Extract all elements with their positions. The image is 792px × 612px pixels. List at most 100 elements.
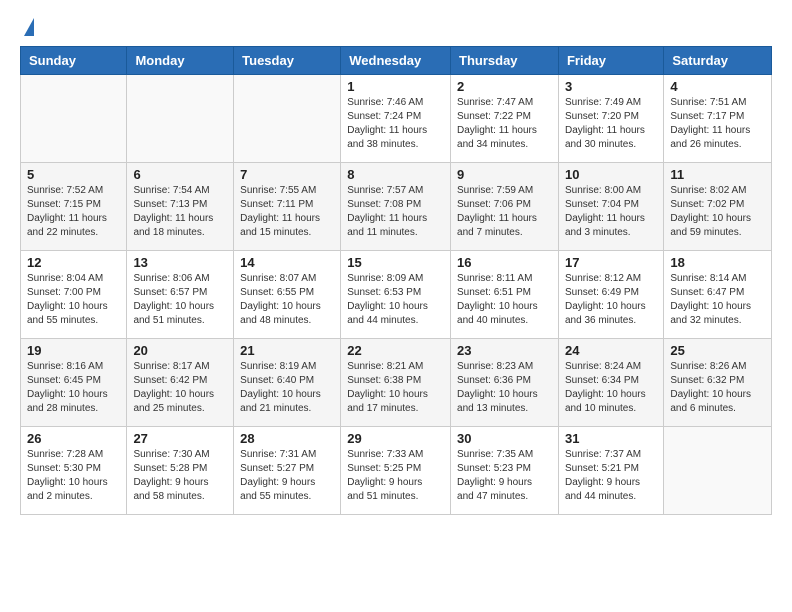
day-info: Sunrise: 7:57 AM Sunset: 7:08 PM Dayligh… xyxy=(347,184,444,240)
day-number: 25 xyxy=(670,343,765,358)
day-number: 13 xyxy=(133,255,227,270)
weekday-header-sunday: Sunday xyxy=(21,47,127,75)
day-info: Sunrise: 7:49 AM Sunset: 7:20 PM Dayligh… xyxy=(565,96,657,152)
page-header xyxy=(20,16,772,36)
day-number: 16 xyxy=(457,255,552,270)
day-number: 10 xyxy=(565,167,657,182)
day-info: Sunrise: 7:31 AM Sunset: 5:27 PM Dayligh… xyxy=(240,448,334,504)
day-info: Sunrise: 7:30 AM Sunset: 5:28 PM Dayligh… xyxy=(133,448,227,504)
day-info: Sunrise: 7:37 AM Sunset: 5:21 PM Dayligh… xyxy=(565,448,657,504)
calendar-cell: 4Sunrise: 7:51 AM Sunset: 7:17 PM Daylig… xyxy=(664,75,772,163)
day-number: 28 xyxy=(240,431,334,446)
calendar-cell: 7 Sunrise: 7:55 AM Sunset: 7:11 PM Daylig… xyxy=(234,163,341,251)
calendar-cell: 8 Sunrise: 7:57 AM Sunset: 7:08 PM Daylig… xyxy=(341,163,451,251)
day-number: 21 xyxy=(240,343,334,358)
calendar-week-4: 19 Sunrise: 8:16 AM Sunset: 6:45 PM Dayli… xyxy=(21,339,772,427)
day-info: Sunrise: 7:28 AM Sunset: 5:30 PM Dayligh… xyxy=(27,448,120,504)
logo-triangle-icon xyxy=(24,18,34,36)
page-container: SundayMondayTuesdayWednesdayThursdayFrid… xyxy=(0,0,792,525)
day-info: Sunrise: 8:04 AM Sunset: 7:00 PM Dayligh… xyxy=(27,272,120,328)
day-info: Sunrise: 7:33 AM Sunset: 5:25 PM Dayligh… xyxy=(347,448,444,504)
day-info: Sunrise: 8:00 AM Sunset: 7:04 PM Dayligh… xyxy=(565,184,657,240)
day-number: 7 xyxy=(240,167,334,182)
day-info: Sunrise: 7:54 AM Sunset: 7:13 PM Dayligh… xyxy=(133,184,227,240)
day-number: 29 xyxy=(347,431,444,446)
day-info: Sunrise: 8:23 AM Sunset: 6:36 PM Dayligh… xyxy=(457,360,552,416)
day-info: Sunrise: 8:19 AM Sunset: 6:40 PM Dayligh… xyxy=(240,360,334,416)
calendar-cell: 2Sunrise: 7:47 AM Sunset: 7:22 PM Daylig… xyxy=(451,75,559,163)
calendar-cell: 16 Sunrise: 8:11 AM Sunset: 6:51 PM Dayli… xyxy=(451,251,559,339)
calendar-cell: 17Sunrise: 8:12 AM Sunset: 6:49 PM Dayli… xyxy=(558,251,663,339)
calendar-cell: 14Sunrise: 8:07 AM Sunset: 6:55 PM Dayli… xyxy=(234,251,341,339)
calendar-table: SundayMondayTuesdayWednesdayThursdayFrid… xyxy=(20,46,772,515)
calendar-cell xyxy=(21,75,127,163)
calendar-cell: 31 Sunrise: 7:37 AM Sunset: 5:21 PM Dayli… xyxy=(558,427,663,515)
calendar-cell xyxy=(234,75,341,163)
day-info: Sunrise: 8:17 AM Sunset: 6:42 PM Dayligh… xyxy=(133,360,227,416)
calendar-cell: 28 Sunrise: 7:31 AM Sunset: 5:27 PM Dayli… xyxy=(234,427,341,515)
day-number: 9 xyxy=(457,167,552,182)
calendar-cell: 9 Sunrise: 7:59 AM Sunset: 7:06 PM Daylig… xyxy=(451,163,559,251)
day-info: Sunrise: 8:21 AM Sunset: 6:38 PM Dayligh… xyxy=(347,360,444,416)
calendar-cell: 11Sunrise: 8:02 AM Sunset: 7:02 PM Dayli… xyxy=(664,163,772,251)
day-info: Sunrise: 8:26 AM Sunset: 6:32 PM Dayligh… xyxy=(670,360,765,416)
day-info: Sunrise: 7:46 AM Sunset: 7:24 PM Dayligh… xyxy=(347,96,444,152)
day-number: 15 xyxy=(347,255,444,270)
day-number: 30 xyxy=(457,431,552,446)
calendar-cell: 5Sunrise: 7:52 AM Sunset: 7:15 PM Daylig… xyxy=(21,163,127,251)
day-info: Sunrise: 7:35 AM Sunset: 5:23 PM Dayligh… xyxy=(457,448,552,504)
weekday-header-friday: Friday xyxy=(558,47,663,75)
calendar-cell: 21 Sunrise: 8:19 AM Sunset: 6:40 PM Dayli… xyxy=(234,339,341,427)
day-number: 26 xyxy=(27,431,120,446)
calendar-cell xyxy=(127,75,234,163)
calendar-cell: 3 Sunrise: 7:49 AM Sunset: 7:20 PM Daylig… xyxy=(558,75,663,163)
day-number: 20 xyxy=(133,343,227,358)
day-info: Sunrise: 8:07 AM Sunset: 6:55 PM Dayligh… xyxy=(240,272,334,328)
calendar-cell: 27 Sunrise: 7:30 AM Sunset: 5:28 PM Dayli… xyxy=(127,427,234,515)
calendar-cell: 12 Sunrise: 8:04 AM Sunset: 7:00 PM Dayli… xyxy=(21,251,127,339)
calendar-cell: 30 Sunrise: 7:35 AM Sunset: 5:23 PM Dayli… xyxy=(451,427,559,515)
day-number: 5 xyxy=(27,167,120,182)
day-number: 23 xyxy=(457,343,552,358)
day-number: 6 xyxy=(133,167,227,182)
day-number: 3 xyxy=(565,79,657,94)
calendar-week-2: 5Sunrise: 7:52 AM Sunset: 7:15 PM Daylig… xyxy=(21,163,772,251)
calendar-cell: 10 Sunrise: 8:00 AM Sunset: 7:04 PM Dayli… xyxy=(558,163,663,251)
day-info: Sunrise: 8:06 AM Sunset: 6:57 PM Dayligh… xyxy=(133,272,227,328)
weekday-header-thursday: Thursday xyxy=(451,47,559,75)
calendar-cell: 20 Sunrise: 8:17 AM Sunset: 6:42 PM Dayli… xyxy=(127,339,234,427)
day-number: 18 xyxy=(670,255,765,270)
calendar-header-row: SundayMondayTuesdayWednesdayThursdayFrid… xyxy=(21,47,772,75)
calendar-week-1: 1 Sunrise: 7:46 AM Sunset: 7:24 PM Daylig… xyxy=(21,75,772,163)
weekday-header-saturday: Saturday xyxy=(664,47,772,75)
day-number: 8 xyxy=(347,167,444,182)
calendar-cell: 25 Sunrise: 8:26 AM Sunset: 6:32 PM Dayli… xyxy=(664,339,772,427)
calendar-cell: 26 Sunrise: 7:28 AM Sunset: 5:30 PM Dayli… xyxy=(21,427,127,515)
calendar-cell: 15 Sunrise: 8:09 AM Sunset: 6:53 PM Dayli… xyxy=(341,251,451,339)
day-number: 4 xyxy=(670,79,765,94)
calendar-cell xyxy=(664,427,772,515)
day-number: 2 xyxy=(457,79,552,94)
day-info: Sunrise: 8:12 AM Sunset: 6:49 PM Dayligh… xyxy=(565,272,657,328)
calendar-week-3: 12 Sunrise: 8:04 AM Sunset: 7:00 PM Dayli… xyxy=(21,251,772,339)
day-info: Sunrise: 8:09 AM Sunset: 6:53 PM Dayligh… xyxy=(347,272,444,328)
day-info: Sunrise: 7:55 AM Sunset: 7:11 PM Dayligh… xyxy=(240,184,334,240)
day-info: Sunrise: 8:16 AM Sunset: 6:45 PM Dayligh… xyxy=(27,360,120,416)
calendar-cell: 13 Sunrise: 8:06 AM Sunset: 6:57 PM Dayli… xyxy=(127,251,234,339)
calendar-cell: 24Sunrise: 8:24 AM Sunset: 6:34 PM Dayli… xyxy=(558,339,663,427)
day-number: 22 xyxy=(347,343,444,358)
day-number: 12 xyxy=(27,255,120,270)
calendar-cell: 18Sunrise: 8:14 AM Sunset: 6:47 PM Dayli… xyxy=(664,251,772,339)
calendar-cell: 1 Sunrise: 7:46 AM Sunset: 7:24 PM Daylig… xyxy=(341,75,451,163)
day-number: 19 xyxy=(27,343,120,358)
day-info: Sunrise: 7:59 AM Sunset: 7:06 PM Dayligh… xyxy=(457,184,552,240)
day-number: 31 xyxy=(565,431,657,446)
day-number: 27 xyxy=(133,431,227,446)
calendar-cell: 23 Sunrise: 8:23 AM Sunset: 6:36 PM Dayli… xyxy=(451,339,559,427)
day-info: Sunrise: 8:11 AM Sunset: 6:51 PM Dayligh… xyxy=(457,272,552,328)
day-number: 1 xyxy=(347,79,444,94)
day-info: Sunrise: 8:24 AM Sunset: 6:34 PM Dayligh… xyxy=(565,360,657,416)
calendar-cell: 22 Sunrise: 8:21 AM Sunset: 6:38 PM Dayli… xyxy=(341,339,451,427)
day-info: Sunrise: 8:02 AM Sunset: 7:02 PM Dayligh… xyxy=(670,184,765,240)
calendar-cell: 29 Sunrise: 7:33 AM Sunset: 5:25 PM Dayli… xyxy=(341,427,451,515)
